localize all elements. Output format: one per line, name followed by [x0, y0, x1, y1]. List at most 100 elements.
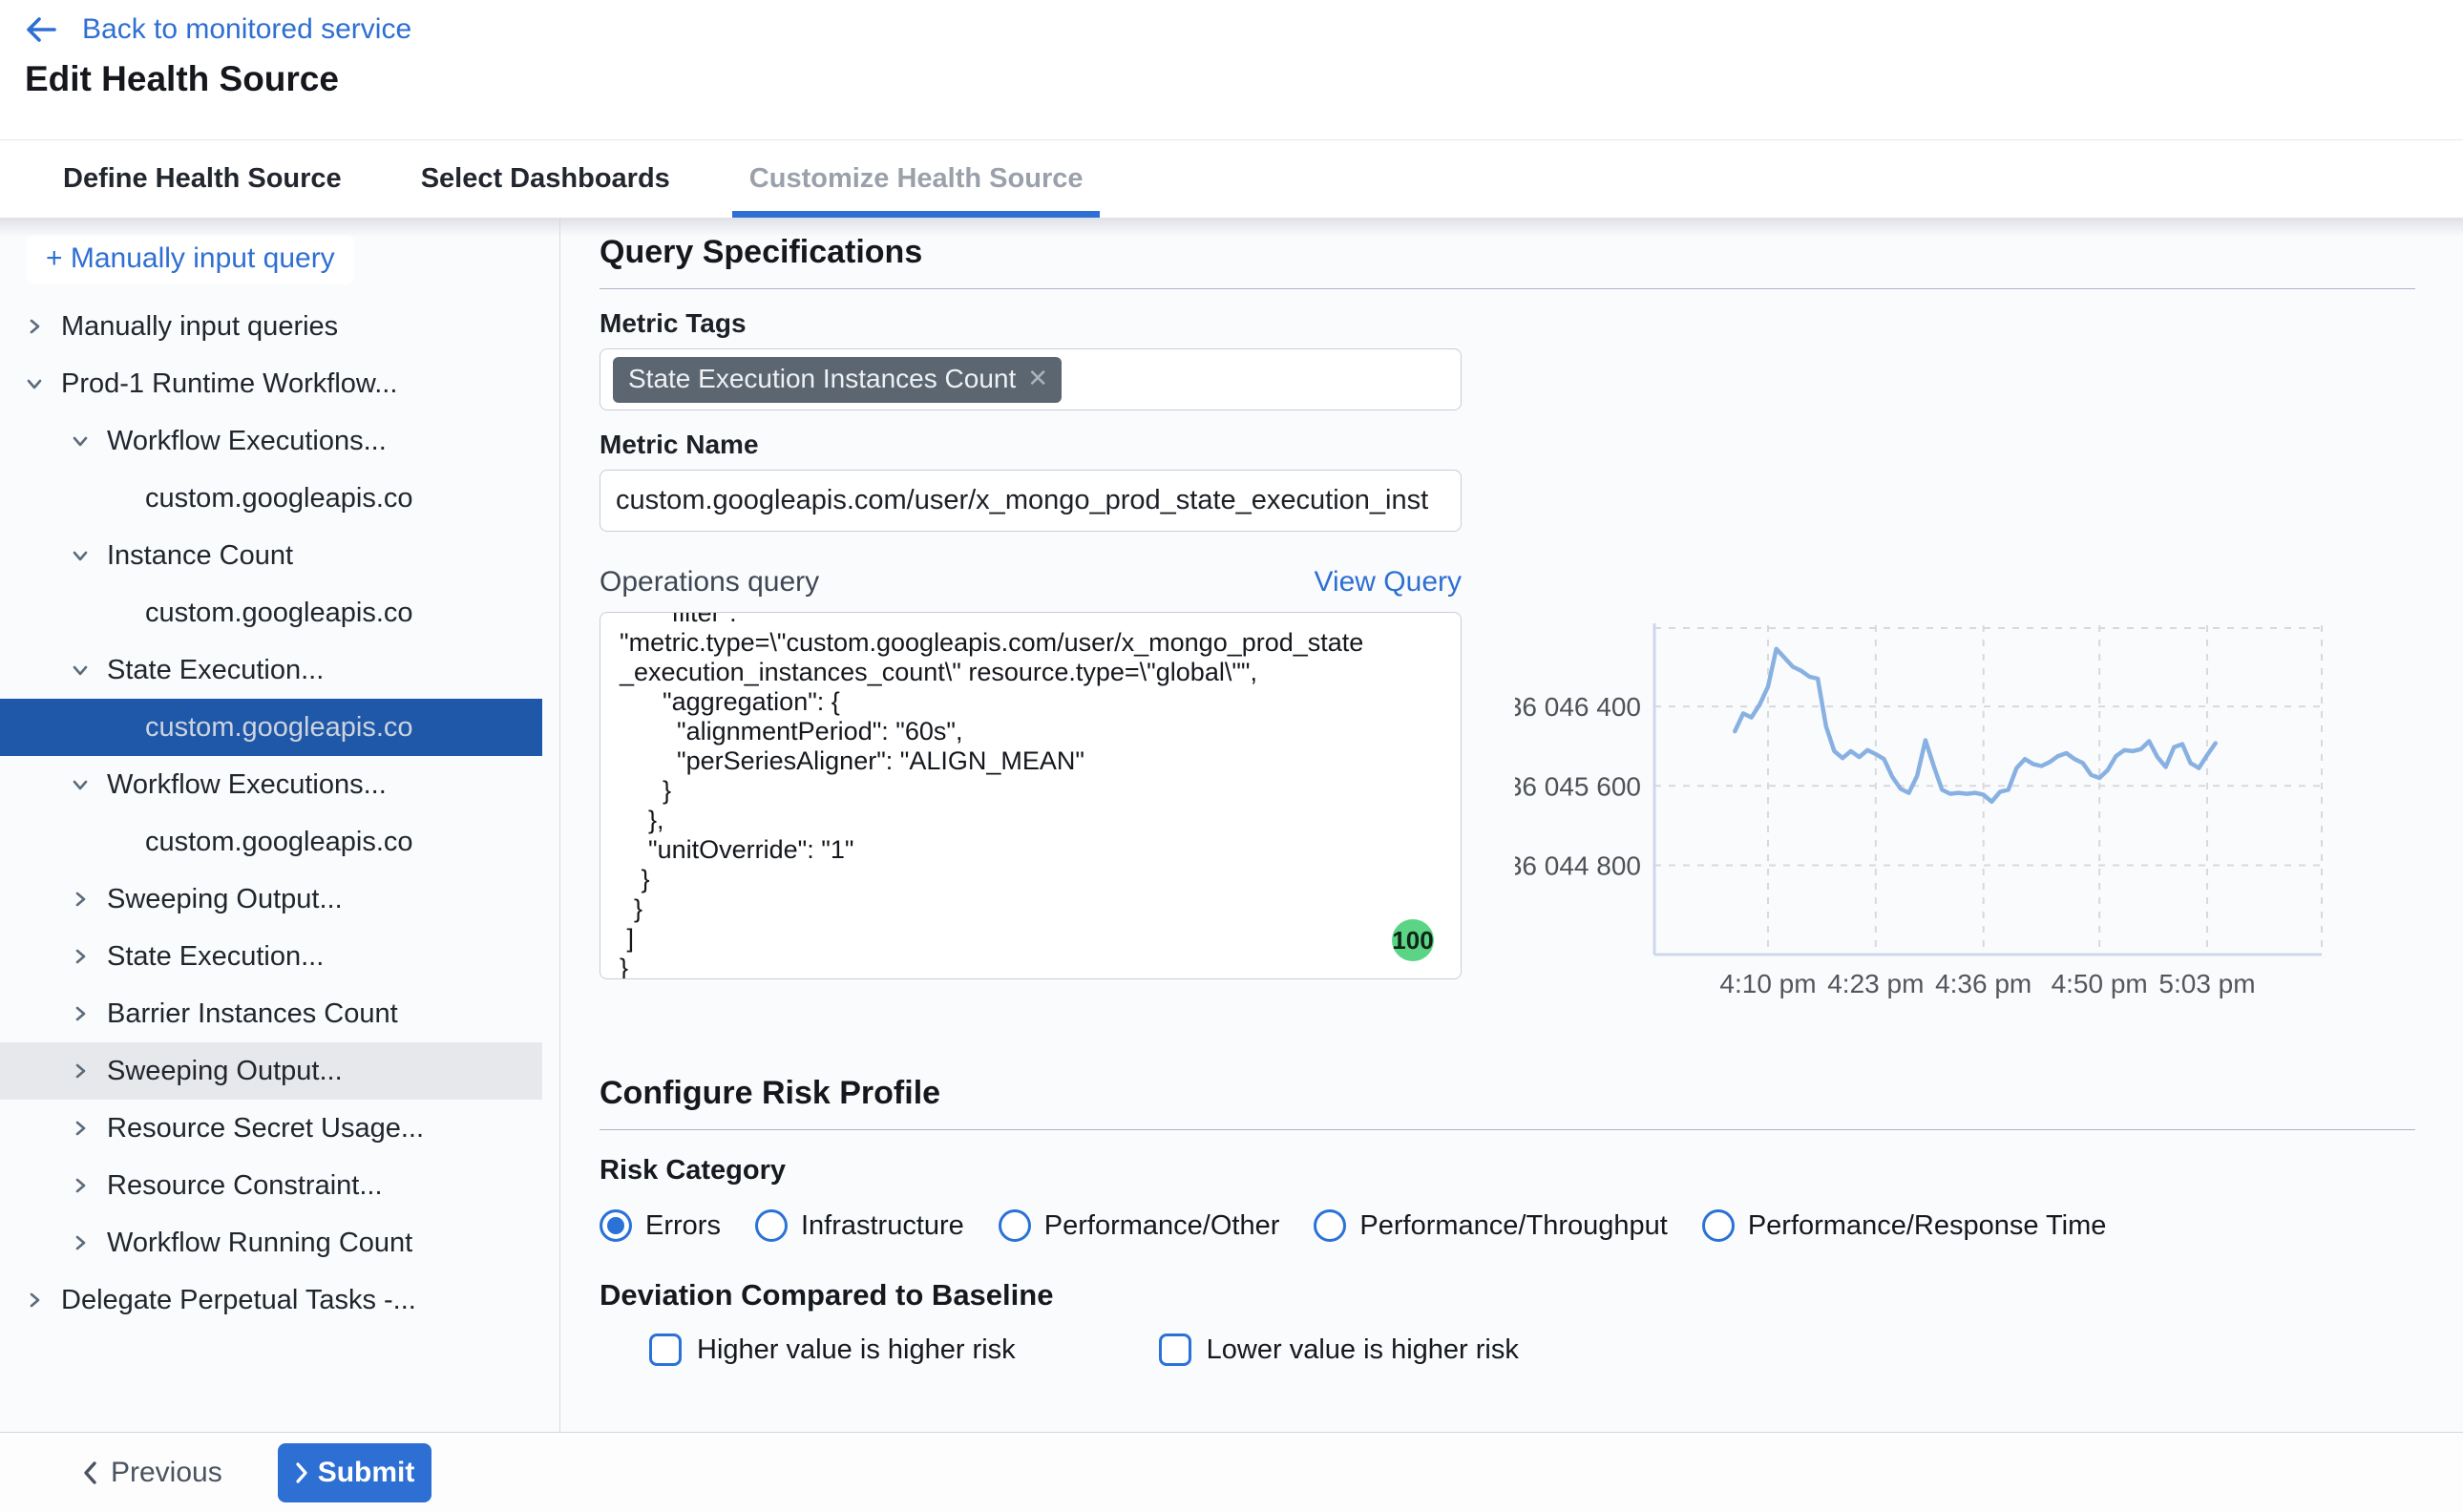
chevron-down-icon — [73, 546, 92, 565]
tree-item[interactable]: Barrier Instances Count — [0, 985, 542, 1042]
checkbox-icon[interactable] — [1159, 1334, 1191, 1366]
svg-text:4:10 pm: 4:10 pm — [1719, 969, 1816, 998]
tree-item-label: Barrier Instances Count — [107, 998, 398, 1030]
svg-text:36 046 400: 36 046 400 — [1515, 692, 1641, 722]
tab-select-dashboards[interactable]: Select Dashboards — [404, 140, 687, 218]
risk-radio-performance-response-time[interactable]: Performance/Response Time — [1702, 1209, 2107, 1242]
chevron-right-icon — [73, 1176, 92, 1195]
metric-name-input[interactable] — [600, 470, 1462, 532]
main-panel: Query Specifications Metric Tags State E… — [560, 218, 2463, 1432]
risk-category-label: Risk Category — [600, 1155, 2415, 1186]
tree-item[interactable]: custom.googleapis.co — [0, 584, 542, 641]
tree-item-label: custom.googleapis.co — [145, 827, 413, 858]
metric-name-label: Metric Name — [600, 430, 2415, 460]
tree-item[interactable]: State Execution... — [0, 928, 542, 985]
previous-button-label: Previous — [111, 1457, 222, 1489]
operations-query-label: Operations query — [600, 566, 819, 598]
tree-item[interactable]: Sweeping Output... — [0, 1042, 542, 1100]
back-to-monitored-service-link[interactable]: Back to monitored service — [25, 13, 411, 46]
chevron-right-icon — [73, 1004, 92, 1023]
chevron-right-icon — [73, 1233, 92, 1252]
chevron-right-icon — [27, 1291, 46, 1310]
query-tree: Manually input queries Prod-1 Runtime Wor… — [0, 298, 559, 1329]
operations-query-editor[interactable]: "filter": "metric.type=\"custom.googleap… — [600, 612, 1462, 979]
tree-item-label: custom.googleapis.co — [145, 712, 413, 744]
tab-define-health-source[interactable]: Define Health Source — [46, 140, 359, 218]
radio-button-icon[interactable] — [1314, 1209, 1346, 1242]
chevron-right-icon — [27, 317, 46, 336]
deviation-baseline-label: Deviation Compared to Baseline — [600, 1278, 2415, 1312]
svg-text:4:36 pm: 4:36 pm — [1935, 969, 2031, 998]
tree-item-label: Workflow Executions... — [107, 769, 387, 801]
chevron-down-icon — [73, 661, 92, 680]
metric-tags-label: Metric Tags — [600, 308, 2415, 339]
chevron-down-icon — [27, 374, 46, 393]
risk-radio-infrastructure[interactable]: Infrastructure — [755, 1209, 964, 1242]
tree-item-label: Resource Secret Usage... — [107, 1113, 424, 1144]
tree-item[interactable]: Workflow Executions... — [0, 756, 542, 813]
tree-item[interactable]: Sweeping Output... — [0, 871, 542, 928]
tab-customize-health-source[interactable]: Customize Health Source — [732, 140, 1101, 218]
tree-item[interactable]: Delegate Perpetual Tasks -... — [0, 1271, 542, 1329]
tree-item[interactable]: Workflow Running Count — [0, 1214, 542, 1271]
tree-item[interactable]: Instance Count — [0, 527, 542, 584]
wizard-footer: Previous Submit — [0, 1432, 2463, 1512]
tree-item-label: Workflow Executions... — [107, 426, 387, 457]
chevron-left-icon — [82, 1460, 97, 1485]
tree-item-label: Delegate Perpetual Tasks -... — [61, 1285, 416, 1316]
radio-button-icon[interactable] — [1702, 1209, 1735, 1242]
section-divider — [600, 288, 2415, 289]
query-tree-sidebar: + Manually input query Manually input qu… — [0, 218, 560, 1432]
checkbox-icon[interactable] — [649, 1334, 682, 1366]
risk-category-radio-group: Errors Infrastructure Performance/Other Per… — [600, 1209, 2415, 1242]
radio-button-icon[interactable] — [999, 1209, 1031, 1242]
remove-tag-icon[interactable]: ✕ — [1027, 364, 1048, 393]
tree-item[interactable]: Workflow Executions... — [0, 412, 542, 470]
query-score-badge: 100 — [1392, 919, 1434, 961]
content-area: + Manually input query Manually input qu… — [0, 218, 2463, 1432]
operations-query-text: "filter": "metric.type=\"custom.googleap… — [600, 612, 1461, 979]
tree-item[interactable]: custom.googleapis.co — [0, 813, 542, 871]
svg-text:36 044 800: 36 044 800 — [1515, 850, 1641, 880]
add-manual-query-button[interactable]: + Manually input query — [27, 235, 354, 284]
previous-button[interactable]: Previous — [82, 1457, 222, 1489]
page-title: Edit Health Source — [25, 59, 339, 99]
svg-text:36 045 600: 36 045 600 — [1515, 771, 1641, 801]
chevron-right-icon — [73, 1061, 92, 1081]
tree-item[interactable]: Resource Secret Usage... — [0, 1100, 542, 1157]
tree-item[interactable]: Prod-1 Runtime Workflow... — [0, 355, 542, 412]
risk-radio-errors[interactable]: Errors — [600, 1209, 721, 1242]
deviation-checkbox-lower-value-is-higher-risk[interactable]: Lower value is higher risk — [1159, 1334, 1519, 1366]
submit-button[interactable]: Submit — [278, 1443, 432, 1502]
radio-button-icon[interactable] — [755, 1209, 788, 1242]
radio-label: Performance/Response Time — [1748, 1210, 2107, 1242]
tree-item-label: Prod-1 Runtime Workflow... — [61, 368, 397, 400]
chevron-down-icon — [73, 775, 92, 794]
radio-label: Infrastructure — [801, 1210, 964, 1242]
chevron-right-icon — [295, 1461, 308, 1484]
tree-item-label: Resource Constraint... — [107, 1170, 383, 1202]
section-divider — [600, 1129, 2415, 1130]
tree-item-label: Instance Count — [107, 540, 293, 572]
metric-tags-input[interactable]: State Execution Instances Count ✕ — [600, 348, 1462, 410]
tree-item-label: State Execution... — [107, 655, 324, 686]
back-link-label: Back to monitored service — [82, 13, 411, 46]
tree-item[interactable]: State Execution... — [0, 641, 542, 699]
radio-button-icon[interactable] — [600, 1209, 632, 1242]
tree-item[interactable]: Manually input queries — [0, 298, 542, 355]
deviation-checkbox-higher-value-is-higher-risk[interactable]: Higher value is higher risk — [649, 1334, 1016, 1366]
tree-item[interactable]: custom.googleapis.co — [0, 699, 542, 756]
radio-label: Errors — [645, 1210, 721, 1242]
metric-preview-chart: 36 044 80036 045 60036 046 4004:10 pm4:2… — [1515, 601, 2422, 1012]
risk-radio-performance-throughput[interactable]: Performance/Throughput — [1314, 1209, 1667, 1242]
view-query-link[interactable]: View Query — [1314, 566, 1462, 598]
tree-item-label: State Execution... — [107, 941, 324, 973]
radio-label: Performance/Other — [1044, 1210, 1280, 1242]
checkbox-label: Lower value is higher risk — [1207, 1334, 1519, 1366]
tree-item[interactable]: custom.googleapis.co — [0, 470, 542, 527]
risk-radio-performance-other[interactable]: Performance/Other — [999, 1209, 1280, 1242]
timeseries-chart-svg: 36 044 80036 045 60036 046 4004:10 pm4:2… — [1515, 601, 2422, 1012]
wizard-tabbar: Define Health Source Select Dashboards C… — [0, 139, 2463, 218]
chevron-right-icon — [73, 947, 92, 966]
tree-item[interactable]: Resource Constraint... — [0, 1157, 542, 1214]
